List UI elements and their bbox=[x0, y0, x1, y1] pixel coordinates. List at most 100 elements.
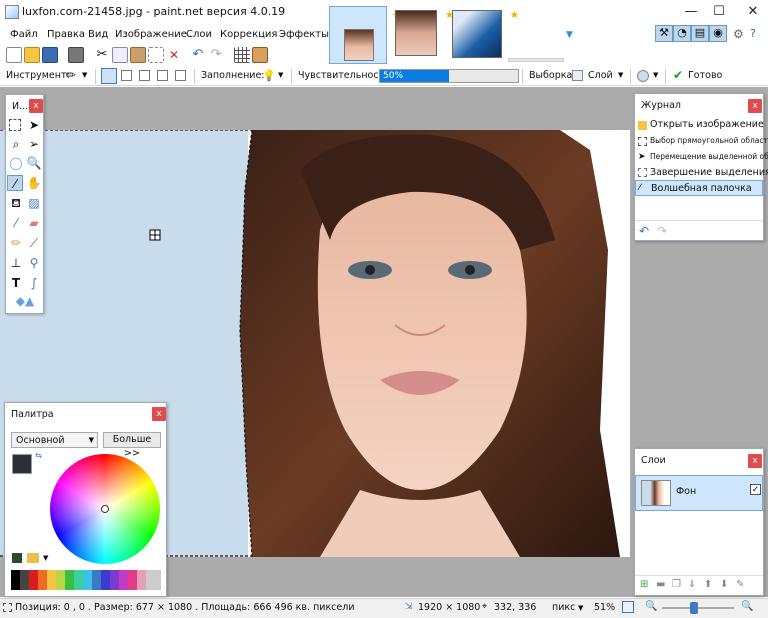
tools-window-toggle-icon[interactable]: ⚒ bbox=[655, 25, 673, 42]
save-icon[interactable] bbox=[42, 47, 58, 63]
eraser-tool-icon[interactable]: ▰ bbox=[26, 215, 42, 231]
chevron-down-icon[interactable]: ▼ bbox=[653, 71, 658, 79]
chevron-down-icon[interactable]: ▼ bbox=[278, 71, 283, 79]
selection-mode-xor-icon[interactable] bbox=[175, 70, 186, 81]
paste-icon[interactable] bbox=[130, 47, 146, 63]
chevron-down-icon[interactable]: ▼ bbox=[82, 71, 87, 79]
layer-visibility-checkbox[interactable]: ✓ bbox=[750, 484, 761, 495]
menu-edit[interactable]: Правка bbox=[47, 29, 85, 40]
palette-mode-select[interactable]: Основной ▼ bbox=[11, 432, 98, 448]
zoom-in-icon[interactable]: 🔍 bbox=[741, 601, 753, 612]
layers-panel-close-button[interactable]: x bbox=[748, 454, 762, 468]
move-selection-tool-icon[interactable]: ➢ bbox=[26, 136, 42, 152]
delete-layer-icon[interactable]: ▬ bbox=[656, 579, 665, 590]
paint-bucket-tool-icon[interactable]: ⛾ bbox=[8, 195, 24, 211]
shapes-tool-icon[interactable]: ◆▲ bbox=[10, 293, 40, 309]
recolor-tool-icon[interactable]: ⚲ bbox=[26, 255, 42, 271]
copy-icon[interactable] bbox=[112, 47, 128, 63]
zoom-to-window-icon[interactable] bbox=[622, 601, 634, 613]
palette-panel-close-button[interactable]: x bbox=[152, 407, 166, 421]
magic-wand-tool-icon[interactable]: ⁄ bbox=[7, 175, 23, 191]
menu-file[interactable]: Файл bbox=[10, 29, 38, 40]
tab-dropdown-icon[interactable]: ▼ bbox=[566, 30, 576, 40]
add-layer-icon[interactable]: ⊞ bbox=[640, 579, 648, 590]
palette-menu-icon[interactable] bbox=[27, 553, 39, 563]
zoom-slider[interactable] bbox=[662, 602, 734, 614]
tools-panel-close-button[interactable]: x bbox=[29, 99, 43, 113]
primary-color-swatch[interactable] bbox=[12, 454, 32, 474]
history-item-rect-select[interactable]: Выбор прямоугольной области bbox=[635, 133, 768, 149]
zoom-out-icon[interactable]: 🔍 bbox=[645, 601, 657, 612]
move-selected-tool-icon[interactable]: ➤ bbox=[26, 117, 42, 133]
grid-icon[interactable] bbox=[234, 47, 250, 63]
move-layer-down-icon[interactable]: ⬇ bbox=[720, 579, 728, 590]
swap-colors-icon[interactable]: ⇆ bbox=[35, 451, 42, 460]
history-item-finish-selection[interactable]: Завершение выделения bbox=[635, 165, 768, 181]
clone-stamp-tool-icon[interactable]: ⊥ bbox=[8, 255, 24, 271]
menu-effects[interactable]: Эффекты bbox=[279, 29, 329, 40]
maximize-button[interactable]: ☐ bbox=[704, 2, 734, 22]
undo-icon[interactable]: ↶ bbox=[639, 224, 649, 238]
line-curve-tool-icon[interactable]: ∫ bbox=[26, 275, 42, 291]
selection-value[interactable]: Слой bbox=[588, 70, 613, 81]
pencil-tool-icon[interactable]: ✏ bbox=[8, 235, 24, 251]
sensitivity-slider[interactable]: 50% bbox=[379, 69, 519, 83]
minimize-button[interactable]: — bbox=[676, 2, 706, 22]
image-tab-2[interactable] bbox=[389, 6, 447, 64]
color-wheel-handle[interactable] bbox=[101, 505, 109, 513]
menu-adjustments[interactable]: Коррекция bbox=[220, 29, 277, 40]
duplicate-layer-icon[interactable]: ❐ bbox=[672, 579, 681, 590]
zoom-tool-icon[interactable]: 🔍 bbox=[26, 155, 42, 171]
palette-window-toggle-icon[interactable]: ◉ bbox=[709, 25, 727, 42]
selection-mode-union-icon[interactable] bbox=[121, 70, 132, 81]
ellipse-select-tool-icon[interactable]: ◯ bbox=[8, 155, 24, 171]
history-item-magic-wand[interactable]: Волшебная палочка bbox=[635, 180, 763, 196]
layers-window-toggle-icon[interactable]: ▤ bbox=[691, 25, 709, 42]
selection-mode-replace-icon[interactable] bbox=[101, 68, 117, 84]
print-icon[interactable] bbox=[68, 47, 84, 63]
lasso-select-tool-icon[interactable]: ⌕ bbox=[8, 136, 24, 152]
chevron-down-icon[interactable]: ▼ bbox=[43, 554, 48, 562]
help-icon[interactable]: ? bbox=[750, 27, 756, 40]
selection-mode-exclude-icon[interactable] bbox=[139, 70, 150, 81]
move-layer-up-icon[interactable]: ⬆ bbox=[704, 579, 712, 590]
menu-layers[interactable]: Слои bbox=[186, 29, 212, 40]
layer-properties-icon[interactable]: ✎ bbox=[736, 579, 744, 590]
ruler-icon[interactable] bbox=[252, 47, 268, 63]
history-panel-close-button[interactable]: x bbox=[748, 99, 762, 113]
text-tool-icon[interactable]: T bbox=[8, 275, 24, 291]
settings-gear-icon[interactable]: ⚙ bbox=[733, 27, 744, 41]
tab-scrollbar[interactable] bbox=[508, 58, 564, 62]
redo-icon[interactable]: ↷ bbox=[208, 47, 224, 63]
deselect-icon[interactable]: ✕ bbox=[166, 47, 182, 63]
color-picker-tool-icon[interactable]: ⟋ bbox=[26, 235, 42, 251]
menu-view[interactable]: Вид bbox=[88, 29, 108, 40]
zoom-slider-thumb[interactable] bbox=[690, 602, 698, 614]
merge-layer-icon[interactable]: ⇓ bbox=[688, 579, 696, 590]
chevron-down-icon[interactable]: ▼ bbox=[578, 604, 583, 612]
menu-image[interactable]: Изображение bbox=[115, 29, 187, 40]
units-select[interactable]: пикс bbox=[552, 602, 575, 613]
undo-icon[interactable]: ↶ bbox=[190, 47, 206, 63]
layer-row[interactable]: Фон ✓ bbox=[635, 475, 763, 511]
selection-mode-intersect-icon[interactable] bbox=[157, 70, 168, 81]
image-tab-1[interactable] bbox=[329, 6, 387, 64]
zoom-level[interactable]: 51% bbox=[594, 602, 615, 613]
redo-icon[interactable]: ↷ bbox=[657, 224, 667, 238]
paintbrush-tool-icon[interactable]: ⁄ bbox=[8, 215, 24, 231]
done-button[interactable]: Готово bbox=[688, 70, 722, 81]
open-folder-icon[interactable] bbox=[24, 47, 40, 63]
fill-mode-icon[interactable]: 💡 bbox=[262, 69, 276, 82]
history-window-toggle-icon[interactable]: ◔ bbox=[673, 25, 691, 42]
new-file-icon[interactable] bbox=[6, 47, 22, 63]
antialiasing-icon[interactable] bbox=[637, 70, 649, 82]
color-swatches[interactable] bbox=[11, 570, 161, 590]
color-wheel[interactable] bbox=[50, 454, 160, 564]
gradient-tool-icon[interactable]: ▨ bbox=[26, 195, 42, 211]
history-item-open-image[interactable]: Открыть изображение bbox=[635, 117, 764, 133]
cut-icon[interactable]: ✂ bbox=[94, 47, 110, 63]
image-tab-3[interactable] bbox=[450, 6, 506, 64]
rectangle-select-tool-icon[interactable] bbox=[9, 119, 21, 131]
crop-to-selection-icon[interactable] bbox=[148, 47, 164, 63]
palette-more-button[interactable]: Больше >> bbox=[103, 432, 161, 459]
